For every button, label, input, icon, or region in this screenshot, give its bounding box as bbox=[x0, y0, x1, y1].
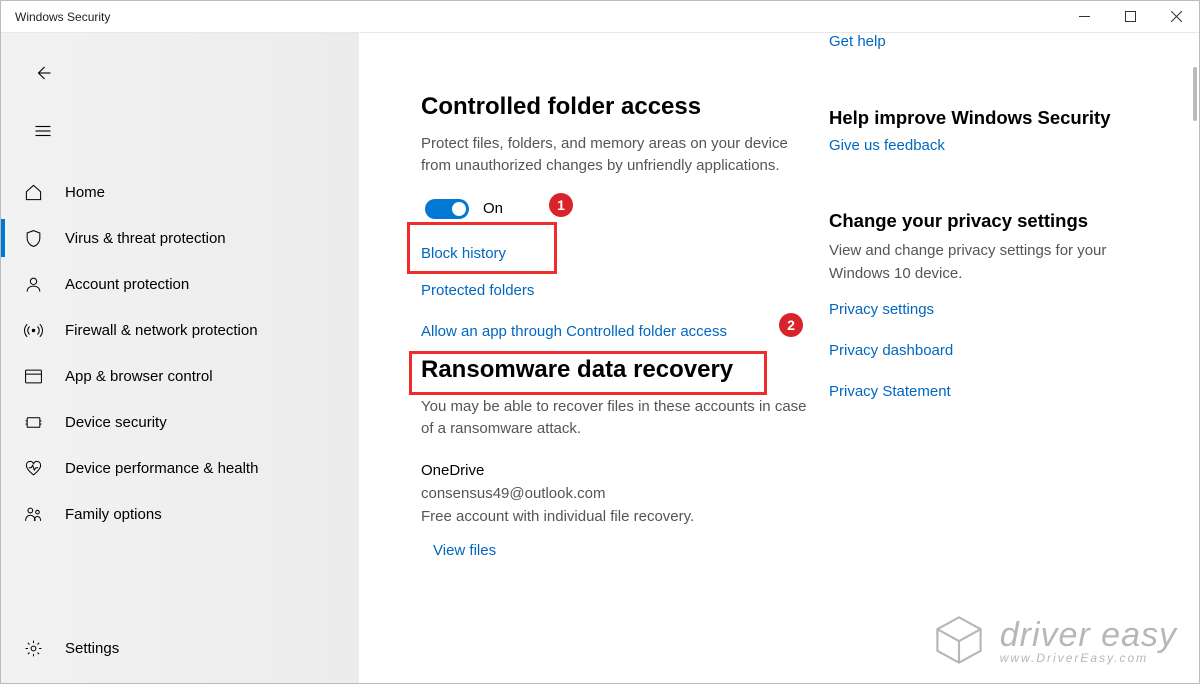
account-email: consensus49@outlook.com bbox=[421, 482, 809, 505]
aside-column: Get help Help improve Windows Security G… bbox=[819, 33, 1199, 683]
link-protected-folders[interactable]: Protected folders bbox=[421, 282, 809, 299]
browser-icon bbox=[23, 367, 43, 386]
chip-icon bbox=[23, 413, 43, 432]
account-service: OneDrive bbox=[421, 459, 809, 482]
sidebar-item-family[interactable]: Family options bbox=[1, 491, 359, 537]
recovery-heading: Ransomware data recovery bbox=[421, 356, 809, 384]
titlebar: Windows Security bbox=[1, 1, 1199, 33]
recovery-description: You may be able to recover files in thes… bbox=[421, 396, 809, 441]
sidebar-item-label: Device security bbox=[65, 414, 167, 431]
window-controls bbox=[1061, 1, 1199, 33]
sidebar: Home Virus & threat protection Account p… bbox=[1, 33, 359, 683]
sidebar-item-label: Account protection bbox=[65, 276, 189, 293]
sidebar-nav: Home Virus & threat protection Account p… bbox=[1, 169, 359, 537]
content-area: Controlled folder access Protect files, … bbox=[359, 33, 1199, 683]
sidebar-item-account[interactable]: Account protection bbox=[1, 261, 359, 307]
cfa-toggle-row: On bbox=[421, 191, 809, 227]
link-block-history[interactable]: Block history bbox=[421, 245, 809, 262]
sidebar-item-label: Firewall & network protection bbox=[65, 322, 258, 339]
sidebar-item-label: Settings bbox=[65, 640, 119, 657]
improve-heading: Help improve Windows Security bbox=[829, 107, 1163, 129]
home-icon bbox=[23, 183, 43, 202]
sidebar-item-device-security[interactable]: Device security bbox=[1, 399, 359, 445]
link-get-help[interactable]: Get help bbox=[829, 33, 886, 50]
maximize-button[interactable] bbox=[1107, 1, 1153, 33]
sidebar-item-label: Family options bbox=[65, 506, 162, 523]
shield-icon bbox=[23, 229, 43, 248]
account-plan: Free account with individual file recove… bbox=[421, 505, 809, 528]
window-title: Windows Security bbox=[15, 10, 110, 24]
close-button[interactable] bbox=[1153, 1, 1199, 33]
sidebar-item-label: Device performance & health bbox=[65, 460, 258, 477]
sidebar-item-virus[interactable]: Virus & threat protection bbox=[1, 215, 359, 261]
link-allow-app[interactable]: Allow an app through Controlled folder a… bbox=[421, 319, 809, 344]
gear-icon bbox=[23, 639, 43, 658]
sidebar-item-app-browser[interactable]: App & browser control bbox=[1, 353, 359, 399]
person-icon bbox=[23, 275, 43, 294]
cfa-toggle-label: On bbox=[483, 200, 503, 217]
hamburger-button[interactable] bbox=[23, 111, 63, 151]
link-privacy-statement[interactable]: Privacy Statement bbox=[829, 383, 1163, 400]
main-column: Controlled folder access Protect files, … bbox=[359, 33, 819, 683]
link-privacy-settings[interactable]: Privacy settings bbox=[829, 301, 1163, 318]
back-button[interactable] bbox=[23, 53, 63, 93]
family-icon bbox=[23, 505, 43, 524]
heart-icon bbox=[23, 459, 43, 478]
sidebar-item-firewall[interactable]: Firewall & network protection bbox=[1, 307, 359, 353]
sidebar-item-home[interactable]: Home bbox=[1, 169, 359, 215]
page-title: Controlled folder access bbox=[421, 93, 809, 121]
privacy-heading: Change your privacy settings bbox=[829, 210, 1163, 232]
sidebar-item-performance[interactable]: Device performance & health bbox=[1, 445, 359, 491]
sidebar-item-label: Home bbox=[65, 184, 105, 201]
sidebar-item-label: Virus & threat protection bbox=[65, 230, 226, 247]
page-description: Protect files, folders, and memory areas… bbox=[421, 133, 809, 177]
cfa-toggle[interactable] bbox=[425, 199, 469, 219]
antenna-icon bbox=[23, 321, 43, 340]
link-privacy-dashboard[interactable]: Privacy dashboard bbox=[829, 342, 1163, 359]
link-feedback[interactable]: Give us feedback bbox=[829, 137, 1163, 154]
link-view-files[interactable]: View files bbox=[433, 542, 809, 559]
sidebar-item-label: App & browser control bbox=[65, 368, 213, 385]
sidebar-item-settings[interactable]: Settings bbox=[1, 625, 359, 671]
minimize-button[interactable] bbox=[1061, 1, 1107, 33]
scrollbar-thumb[interactable] bbox=[1193, 67, 1197, 121]
privacy-description: View and change privacy settings for you… bbox=[829, 240, 1163, 285]
